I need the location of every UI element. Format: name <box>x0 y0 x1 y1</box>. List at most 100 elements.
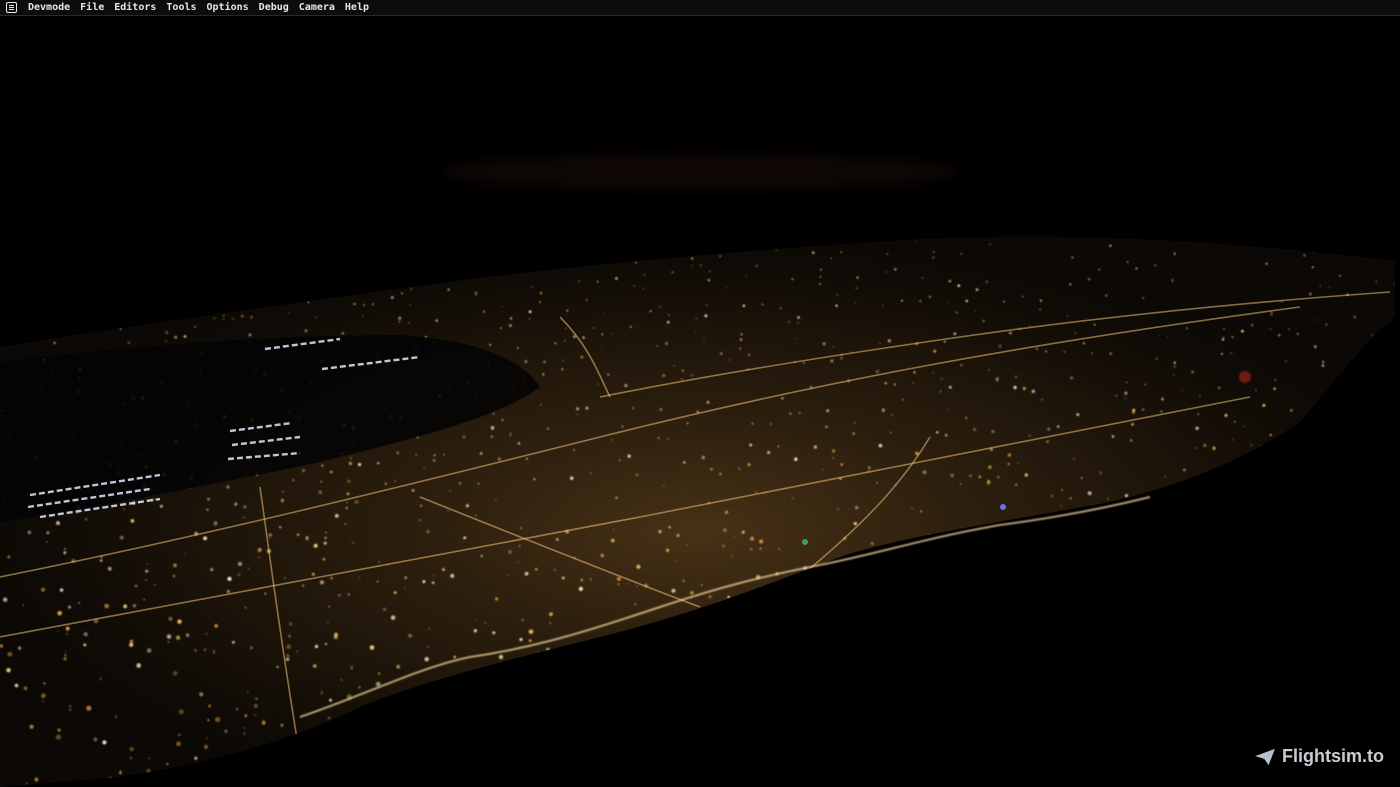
city-light-dot <box>406 757 412 762</box>
city-light-dot <box>348 461 353 466</box>
menu-debug[interactable]: Debug <box>254 0 294 16</box>
city-light-dot <box>347 479 351 484</box>
city-light-dot <box>129 639 134 644</box>
menu-camera[interactable]: Camera <box>294 0 340 16</box>
city-light-dot <box>786 673 788 675</box>
city-light-dot <box>390 296 394 299</box>
city-light-dot <box>770 423 772 425</box>
menu-tools[interactable]: Tools <box>161 0 201 16</box>
city-light-dot <box>419 519 421 521</box>
city-light-dot <box>1322 360 1325 364</box>
city-light-dot <box>1085 532 1088 536</box>
city-light-dot <box>253 277 256 280</box>
city-light-dot <box>601 333 604 336</box>
menu-help[interactable]: Help <box>340 0 374 16</box>
city-light-dot <box>320 692 323 695</box>
city-light-dot <box>1337 717 1342 722</box>
city-light-dot <box>701 455 706 460</box>
city-light-dot <box>409 304 411 306</box>
city-light-dot <box>628 780 631 783</box>
city-light-dot <box>673 685 676 688</box>
city-light-dot <box>751 745 755 750</box>
city-light-dot <box>778 548 780 550</box>
city-light-dot <box>424 239 426 241</box>
city-light-dot <box>415 773 419 777</box>
city-light-dot <box>906 553 911 557</box>
city-light-dot <box>1319 285 1322 287</box>
city-light-dot <box>1289 625 1294 631</box>
city-light-dot <box>421 715 423 718</box>
city-light-dot <box>344 522 347 526</box>
city-light-dot <box>1313 345 1317 349</box>
city-light-dot <box>1028 434 1031 438</box>
city-light-dot <box>696 733 701 738</box>
city-light-dot <box>731 770 734 774</box>
city-light-dot <box>855 287 858 290</box>
city-light-dot <box>1191 593 1194 597</box>
city-light-dot <box>841 242 843 245</box>
city-light-dot <box>948 385 952 389</box>
city-light-dot <box>637 773 642 778</box>
city-light-dot <box>233 301 236 304</box>
city-light-dot <box>1038 644 1041 647</box>
city-light-dot <box>551 265 554 267</box>
city-light-dot <box>681 369 684 372</box>
city-light-dot <box>232 640 235 644</box>
city-light-dot <box>248 333 252 337</box>
city-light-dot <box>146 648 152 653</box>
city-light-dot <box>56 521 60 526</box>
city-light-dot <box>524 571 529 576</box>
city-light-dot <box>830 359 834 363</box>
city-light-dot <box>424 775 428 780</box>
city-light-dot <box>1205 753 1208 756</box>
city-light-dot <box>419 733 422 735</box>
city-light-dot <box>972 652 976 656</box>
devmode-app-icon[interactable] <box>6 2 17 13</box>
city-light-dot <box>7 651 13 657</box>
city-light-dot <box>1026 563 1030 568</box>
city-light-dot <box>526 457 528 460</box>
night-city-scene[interactable] <box>0 17 1400 787</box>
city-light-dot <box>194 326 196 328</box>
city-light-dot <box>902 398 904 401</box>
city-light-dot <box>1291 497 1295 501</box>
city-light-dot <box>1386 470 1390 474</box>
city-light-dot <box>1045 571 1047 574</box>
city-light-dot <box>637 238 640 241</box>
menu-file[interactable]: File <box>75 0 109 16</box>
city-light-dot <box>474 514 477 517</box>
menu-options[interactable]: Options <box>202 0 254 16</box>
city-light-dot <box>453 655 457 659</box>
city-light-dot <box>1292 482 1297 487</box>
city-light-dot <box>1111 552 1114 555</box>
city-light-dot <box>562 669 567 674</box>
devmode-menu-bar: Devmode File Editors Tools Options Debug… <box>0 0 1400 16</box>
city-light-dot <box>947 301 949 304</box>
city-light-dot <box>1325 323 1328 326</box>
city-light-dot <box>268 533 273 538</box>
red-light-cluster <box>1239 371 1251 383</box>
menu-editors[interactable]: Editors <box>109 0 161 16</box>
city-light-dot <box>83 632 88 637</box>
city-light-dot <box>1202 679 1205 682</box>
menu-devmode[interactable]: Devmode <box>23 0 75 16</box>
city-light-dot <box>740 333 743 336</box>
city-light-dot <box>64 650 67 653</box>
city-light-dot <box>723 642 726 645</box>
city-light-dot <box>1283 589 1288 594</box>
city-light-dot <box>603 312 605 314</box>
city-light-dot <box>894 268 897 271</box>
city-light-dot <box>1171 278 1174 282</box>
city-light-dot <box>1186 327 1188 330</box>
city-light-dot <box>1080 477 1083 479</box>
city-light-dot <box>539 720 545 726</box>
city-light-dot <box>1294 465 1298 469</box>
city-light-dot <box>1194 447 1197 449</box>
city-light-dot <box>633 285 636 287</box>
city-light-dot <box>1135 267 1138 270</box>
city-light-dot <box>611 439 613 441</box>
city-light-dot <box>240 314 244 318</box>
city-light-dot <box>747 463 751 467</box>
city-light-dot <box>396 664 401 669</box>
city-light-dot <box>1008 331 1012 335</box>
